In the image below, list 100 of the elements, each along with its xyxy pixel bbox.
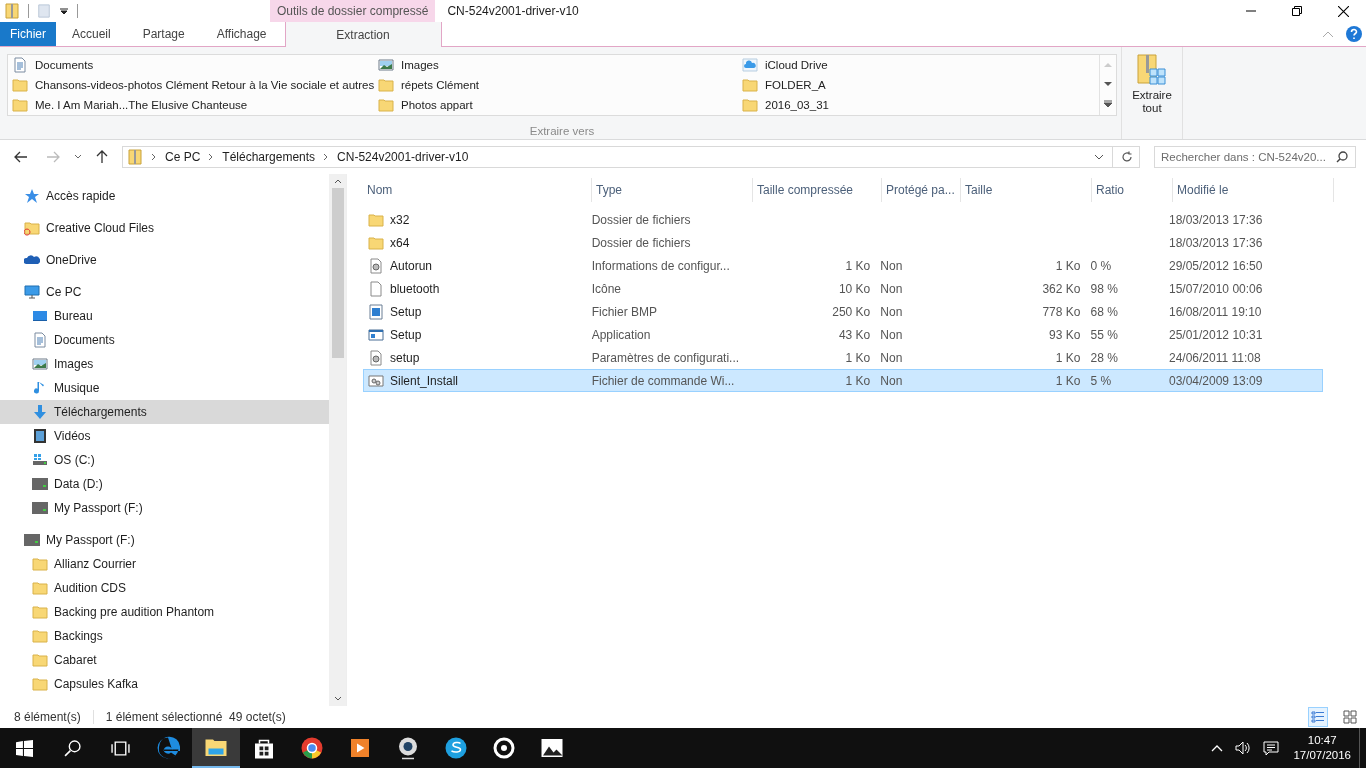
scroll-down-icon[interactable]	[333, 696, 342, 702]
destination-item[interactable]: Chansons-videos-photos Clément Retour à la Vie sociale et autres	[8, 75, 374, 95]
column-header[interactable]: Type	[592, 178, 753, 202]
ribbon-tab[interactable]: Partage	[126, 22, 201, 46]
address-bar[interactable]: Ce PC Téléchargements CN-524v2001-driver-v10	[122, 146, 1140, 168]
item-count: 8 élément(s)	[14, 710, 81, 724]
ribbon-tab[interactable]: Accueil	[56, 22, 127, 46]
file-row[interactable]: bluetooth Icône 10 Ko Non 362 Ko 98 % 15/07/2010 00:06	[363, 277, 1323, 300]
destination-item[interactable]: 2016_03_31	[738, 95, 1099, 115]
destination-item[interactable]: répets Clément	[374, 75, 738, 95]
nav-item[interactable]: Musique	[0, 376, 329, 400]
folder-icon	[368, 211, 384, 228]
file-row[interactable]: Autorun Informations de configur... 1 Ko Non 1 Ko 0 % 29/05/2012 16:50	[363, 254, 1323, 277]
nav-item[interactable]: Vidéos	[0, 424, 329, 448]
search-icon[interactable]	[1336, 151, 1348, 163]
gear-window-icon	[368, 372, 384, 389]
drive-icon	[32, 476, 48, 492]
file-row[interactable]: Setup Fichier BMP 250 Ko Non 778 Ko 68 % 16/08/2011 19:10	[363, 300, 1323, 323]
zip-folder-icon	[4, 3, 20, 19]
notification-icon[interactable]	[1263, 740, 1280, 756]
breadcrumb-item[interactable]: Téléchargements	[222, 150, 316, 164]
nav-item[interactable]: Creative Cloud Files	[0, 216, 329, 240]
nav-item[interactable]: Téléchargements	[0, 400, 329, 424]
nav-item[interactable]: My Passport (F:)	[0, 528, 329, 552]
scroll-down-icon[interactable]	[1104, 81, 1112, 87]
table-cell: Icône	[591, 281, 622, 296]
column-header[interactable]: Ratio	[1092, 178, 1173, 202]
nav-item[interactable]: Backings	[0, 624, 329, 648]
destination-item[interactable]: iCloud Drive	[738, 55, 1099, 75]
ribbon-tab[interactable]: Extraction	[284, 22, 442, 47]
breadcrumb-item[interactable]: CN-524v2001-driver-v10	[337, 150, 469, 164]
column-header[interactable]: Nom	[363, 178, 592, 202]
nav-item[interactable]: Allianz Courrier	[0, 552, 329, 576]
destination-item[interactable]: Documents	[8, 55, 374, 75]
nav-item[interactable]: Audition CDS	[0, 576, 329, 600]
file-row[interactable]: setup Paramètres de configurati... 1 Ko Non 1 Ko 28 % 24/06/2011 11:08	[363, 346, 1323, 369]
play-icon	[348, 736, 372, 760]
refresh-icon[interactable]	[1121, 151, 1133, 163]
clock[interactable]: 10:47 17/07/2016	[1285, 728, 1359, 768]
dropdown-icon[interactable]	[59, 6, 69, 16]
file-tab[interactable]: Fichier	[0, 22, 56, 46]
scroll-up-icon[interactable]	[333, 178, 342, 184]
nav-item[interactable]: Documents	[0, 328, 329, 352]
folder-icon	[378, 77, 394, 93]
restore-icon	[1292, 6, 1302, 16]
destination-item[interactable]: Me. I Am Mariah...The Elusive Chanteuse	[8, 95, 374, 115]
expand-gallery-icon[interactable]	[1104, 100, 1112, 109]
speaker-icon[interactable]	[1235, 741, 1252, 755]
help-icon[interactable]	[1346, 26, 1362, 42]
window-icon	[368, 326, 384, 343]
desktop-icon	[32, 308, 48, 324]
nav-item[interactable]: Ce PC	[0, 280, 329, 304]
column-header[interactable]: Taille compressée	[753, 178, 882, 202]
up-arrow-icon[interactable]	[96, 150, 108, 164]
nav-item[interactable]: Images	[0, 352, 329, 376]
drive-icon	[24, 532, 40, 548]
breadcrumb-item[interactable]: Ce PC	[165, 150, 201, 164]
nav-item[interactable]: OneDrive	[0, 248, 329, 272]
table-cell: Non	[880, 258, 903, 273]
nav-item[interactable]: Accès rapide	[0, 184, 329, 208]
ribbon-tab[interactable]: Affichage	[200, 22, 283, 46]
file-row[interactable]: x64 Dossier de fichiers 18/03/2013 17:36	[363, 231, 1323, 254]
nav-item[interactable]: Cabaret	[0, 648, 329, 672]
column-header[interactable]: Modifié le	[1173, 178, 1334, 202]
recent-dropdown-icon[interactable]	[74, 154, 82, 160]
table-cell: Non	[880, 350, 903, 365]
scrollbar[interactable]	[329, 174, 346, 706]
table-cell: 28 %	[1090, 350, 1118, 365]
chevron-icon	[323, 153, 330, 161]
tiles-view-icon[interactable]	[1340, 707, 1360, 727]
extract-all-button[interactable]: Extraire tout	[1125, 53, 1179, 115]
details-view-icon[interactable]	[1308, 707, 1328, 727]
column-header[interactable]: Protégé pa...	[882, 178, 961, 202]
table-cell: 03/04/2009 13:09	[1169, 373, 1263, 388]
taskbar-app[interactable]	[192, 728, 240, 768]
folder-icon	[32, 652, 48, 668]
file-row[interactable]: Silent_Install Fichier de commande Wi... 1 Ko Non 1 Ko 5 % 03/04/2009 13:09	[363, 369, 1323, 392]
destination-item[interactable]: Photos appart	[374, 95, 738, 115]
close-icon	[1337, 5, 1349, 17]
star-icon	[24, 188, 40, 204]
column-header[interactable]: Taille	[961, 178, 1092, 202]
nav-item[interactable]: OS (C:)	[0, 448, 329, 472]
back-arrow-icon[interactable]	[14, 151, 28, 163]
folder-icon	[368, 234, 384, 251]
nav-item[interactable]: Bureau	[0, 304, 329, 328]
destination-item[interactable]: Images	[374, 55, 738, 75]
search-field[interactable]: Rechercher dans : CN-524v20...	[1154, 146, 1356, 168]
windows-logo-icon	[15, 739, 33, 757]
table-cell: Non	[880, 327, 903, 342]
table-cell: 362 Ko	[1042, 281, 1081, 296]
scrollbar-thumb[interactable]	[331, 188, 344, 358]
chevron-up-icon[interactable]	[1211, 744, 1224, 752]
nav-item[interactable]: Data (D:)	[0, 472, 329, 496]
dropdown-icon[interactable]	[1094, 154, 1104, 160]
file-row[interactable]: Setup Application 43 Ko Non 93 Ko 55 % 25/01/2012 10:31	[363, 323, 1323, 346]
file-row[interactable]: x32 Dossier de fichiers 18/03/2013 17:36	[363, 208, 1323, 231]
nav-item[interactable]: My Passport (F:)	[0, 496, 329, 520]
destination-item[interactable]: FOLDER_A	[738, 75, 1099, 95]
nav-item[interactable]: Capsules Kafka	[0, 672, 329, 696]
nav-item[interactable]: Backing pre audition Phantom	[0, 600, 329, 624]
